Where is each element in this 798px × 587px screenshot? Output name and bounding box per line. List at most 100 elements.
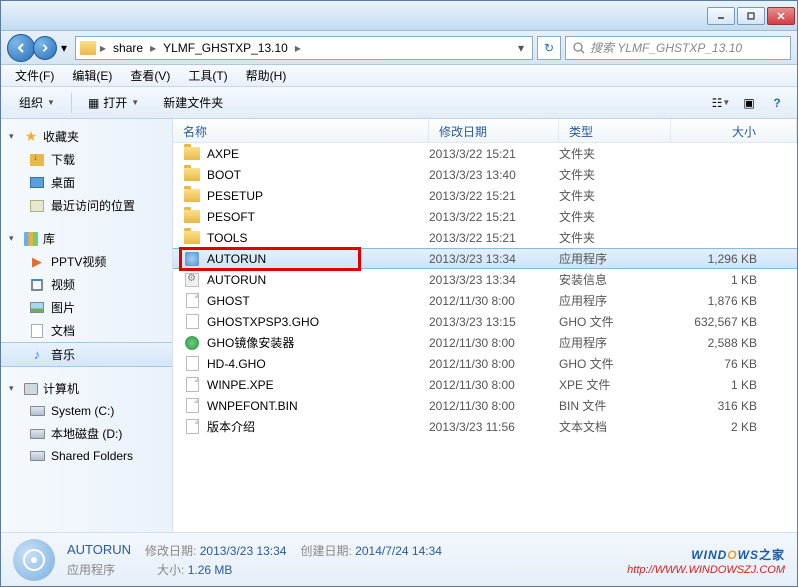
- nav-history-dropdown[interactable]: ▾: [57, 36, 71, 60]
- sidebar-downloads[interactable]: 下载: [1, 148, 172, 171]
- file-date: 2013/3/22 15:21: [429, 189, 559, 203]
- organize-button[interactable]: 组织 ▼: [9, 90, 65, 115]
- sidebar-desktop[interactable]: 桌面: [1, 171, 172, 194]
- menu-file[interactable]: 文件(F): [7, 64, 62, 87]
- search-icon: [572, 41, 586, 55]
- libraries-header[interactable]: ▾ 库: [1, 227, 172, 250]
- file-row[interactable]: PESETUP2013/3/22 15:21文件夹: [173, 185, 797, 206]
- file-size: 1,296 KB: [671, 252, 797, 266]
- download-icon: [30, 154, 44, 166]
- file-date: 2013/3/22 15:21: [429, 231, 559, 245]
- address-dropdown[interactable]: ▾: [514, 41, 528, 55]
- file-size: 316 KB: [671, 399, 797, 413]
- file-row[interactable]: PESOFT2013/3/22 15:21文件夹: [173, 206, 797, 227]
- file-type: 文件夹: [559, 208, 671, 225]
- column-name[interactable]: 名称: [173, 119, 429, 142]
- new-folder-button[interactable]: 新建文件夹: [153, 90, 233, 115]
- file-row[interactable]: WNPEFONT.BIN2012/11/30 8:00BIN 文件316 KB: [173, 395, 797, 416]
- file-icon: [183, 167, 201, 183]
- toolbar-separator: [71, 93, 72, 113]
- sidebar-recent[interactable]: 最近访问的位置: [1, 194, 172, 217]
- file-type: BIN 文件: [559, 397, 671, 414]
- file-list: 名称 修改日期 类型 大小 AXPE2013/3/22 15:21文件夹BOOT…: [173, 119, 797, 532]
- file-row[interactable]: WINPE.XPE2012/11/30 8:00XPE 文件1 KB: [173, 374, 797, 395]
- column-type[interactable]: 类型: [559, 119, 671, 142]
- file-row[interactable]: AUTORUN2013/3/23 13:34应用程序1,296 KB: [173, 248, 797, 269]
- watermark: WINDOWS之家 http://WWW.WINDOWSZJ.COM: [627, 543, 785, 576]
- menu-help[interactable]: 帮助(H): [238, 64, 295, 87]
- sidebar-pptv[interactable]: ▶PPTV视频: [1, 250, 172, 273]
- file-date: 2012/11/30 8:00: [429, 294, 559, 308]
- details-text: AUTORUN 修改日期: 2013/3/23 13:34 创建日期: 2014…: [67, 542, 442, 578]
- file-size: 1,876 KB: [671, 294, 797, 308]
- collapse-icon: ▾: [9, 233, 19, 244]
- minimize-button[interactable]: [707, 7, 735, 25]
- file-date: 2012/11/30 8:00: [429, 357, 559, 371]
- sidebar-pictures[interactable]: 图片: [1, 296, 172, 319]
- view-options-button[interactable]: ☷ ▼: [709, 91, 733, 115]
- sidebar-shared-folders[interactable]: Shared Folders: [1, 445, 172, 467]
- file-name: AUTORUN: [207, 252, 429, 266]
- back-button[interactable]: [7, 34, 35, 62]
- details-filename: AUTORUN: [67, 542, 131, 559]
- file-row[interactable]: GHOSTXPSP3.GHO2013/3/23 13:15GHO 文件632,5…: [173, 311, 797, 332]
- menu-tools[interactable]: 工具(T): [180, 64, 235, 87]
- file-type: 安装信息: [559, 271, 671, 288]
- toolbar: 组织 ▼ ▦ 打开 ▼ 新建文件夹 ☷ ▼ ▣ ?: [1, 87, 797, 119]
- favorites-group: ▾ ★ 收藏夹 下载 桌面 最近访问的位置: [1, 125, 172, 217]
- address-bar[interactable]: ▸ share ▸ YLMF_GHSTXP_13.10 ▸ ▾: [75, 36, 533, 60]
- search-box[interactable]: 搜索 YLMF_GHSTXP_13.10: [565, 36, 791, 60]
- file-row[interactable]: AUTORUN2013/3/23 13:34安装信息1 KB: [173, 269, 797, 290]
- folder-icon: [80, 41, 96, 55]
- refresh-button[interactable]: ↻: [537, 36, 561, 60]
- recent-icon: [30, 200, 44, 212]
- file-name: GHOSTXPSP3.GHO: [207, 315, 429, 329]
- drive-icon: [30, 406, 45, 416]
- main-area: ▾ ★ 收藏夹 下载 桌面 最近访问的位置 ▾ 库 ▶PPTV视频 视频 图片 …: [1, 119, 797, 532]
- file-icon: [183, 146, 201, 162]
- sidebar-documents[interactable]: 文档: [1, 319, 172, 342]
- column-headers: 名称 修改日期 类型 大小: [173, 119, 797, 143]
- help-button[interactable]: ?: [765, 91, 789, 115]
- maximize-button[interactable]: [737, 7, 765, 25]
- file-name: GHOST: [207, 294, 429, 308]
- forward-button[interactable]: [33, 36, 57, 60]
- file-date: 2013/3/22 15:21: [429, 210, 559, 224]
- file-row[interactable]: TOOLS2013/3/22 15:21文件夹: [173, 227, 797, 248]
- file-icon: [183, 398, 201, 414]
- menu-edit[interactable]: 编辑(E): [64, 64, 120, 87]
- close-button[interactable]: [767, 7, 795, 25]
- file-icon: [183, 230, 201, 246]
- titlebar: [1, 1, 797, 31]
- column-date[interactable]: 修改日期: [429, 119, 559, 142]
- file-row[interactable]: HD-4.GHO2012/11/30 8:00GHO 文件76 KB: [173, 353, 797, 374]
- file-row[interactable]: GHOST2012/11/30 8:00应用程序1,876 KB: [173, 290, 797, 311]
- file-type: GHO 文件: [559, 355, 671, 372]
- navigation-pane: ▾ ★ 收藏夹 下载 桌面 最近访问的位置 ▾ 库 ▶PPTV视频 视频 图片 …: [1, 119, 173, 532]
- sidebar-videos[interactable]: 视频: [1, 273, 172, 296]
- computer-header[interactable]: ▾ 计算机: [1, 377, 172, 400]
- file-size: 1 KB: [671, 273, 797, 287]
- collapse-icon: ▾: [9, 383, 19, 394]
- preview-pane-button[interactable]: ▣: [737, 91, 761, 115]
- column-size[interactable]: 大小: [671, 119, 797, 142]
- video-icon: [31, 279, 43, 291]
- file-row[interactable]: GHO镜像安装器2012/11/30 8:00应用程序2,588 KB: [173, 332, 797, 353]
- file-type: 文件夹: [559, 187, 671, 204]
- sidebar-drive-c[interactable]: System (C:): [1, 400, 172, 422]
- file-name: GHO镜像安装器: [207, 334, 429, 351]
- file-row[interactable]: AXPE2013/3/22 15:21文件夹: [173, 143, 797, 164]
- menu-view[interactable]: 查看(V): [122, 64, 178, 87]
- file-row[interactable]: 版本介绍2013/3/23 11:56文本文档2 KB: [173, 416, 797, 437]
- nav-buttons: ▾: [7, 34, 71, 62]
- file-name: TOOLS: [207, 231, 429, 245]
- breadcrumb-share[interactable]: share: [110, 39, 146, 57]
- sidebar-drive-d[interactable]: 本地磁盘 (D:): [1, 422, 172, 445]
- open-button[interactable]: ▦ 打开 ▼: [78, 90, 149, 115]
- favorites-header[interactable]: ▾ ★ 收藏夹: [1, 125, 172, 148]
- breadcrumb-current[interactable]: YLMF_GHSTXP_13.10: [160, 39, 291, 57]
- file-row[interactable]: BOOT2013/3/23 13:40文件夹: [173, 164, 797, 185]
- sidebar-music[interactable]: ♪音乐: [1, 342, 172, 367]
- details-file-icon: [13, 539, 55, 581]
- open-icon: ▦: [88, 96, 99, 110]
